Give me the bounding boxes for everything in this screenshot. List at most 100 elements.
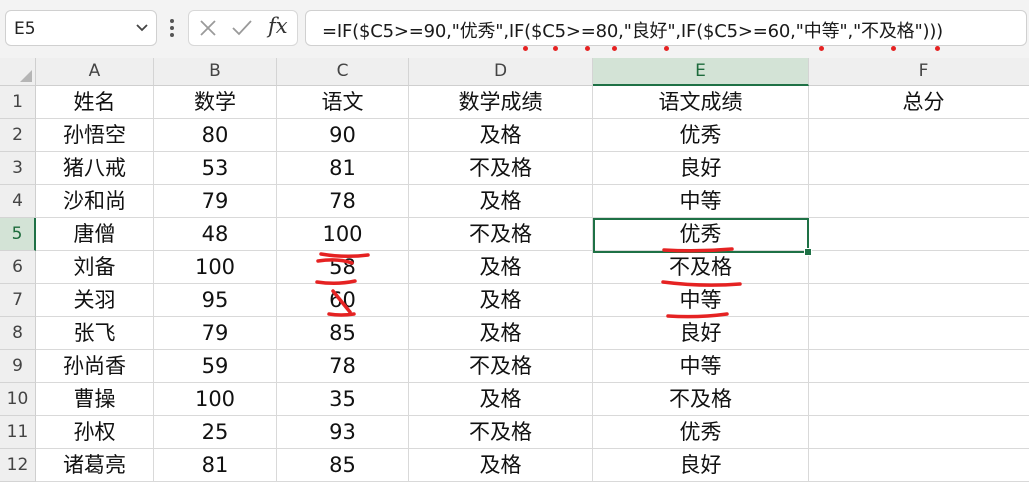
cell-d4[interactable]: 及格 xyxy=(409,185,593,218)
cell-e12[interactable]: 良好 xyxy=(593,449,809,482)
cell-d2[interactable]: 及格 xyxy=(409,119,593,152)
cell-c8[interactable]: 85 xyxy=(277,317,409,350)
cell-f4[interactable] xyxy=(809,185,1029,218)
cell-c4[interactable]: 78 xyxy=(277,185,409,218)
cell-a4[interactable]: 沙和尚 xyxy=(36,185,154,218)
cell-c2[interactable]: 90 xyxy=(277,119,409,152)
cell-a9[interactable]: 孙尚香 xyxy=(36,350,154,383)
cell-c12[interactable]: 85 xyxy=(277,449,409,482)
cell-d5[interactable]: 不及格 xyxy=(409,218,593,251)
name-box[interactable]: E5 xyxy=(5,10,157,46)
cell-c10[interactable]: 35 xyxy=(277,383,409,416)
row-header-11[interactable]: 11 xyxy=(0,416,36,449)
cell-b12[interactable]: 81 xyxy=(154,449,277,482)
cell-e1[interactable]: 语文成绩 xyxy=(593,86,809,119)
cell-b4[interactable]: 79 xyxy=(154,185,277,218)
cell-d11[interactable]: 不及格 xyxy=(409,416,593,449)
cell-d6[interactable]: 及格 xyxy=(409,251,593,284)
cell-f8[interactable] xyxy=(809,317,1029,350)
fill-handle[interactable] xyxy=(804,248,812,256)
cell-f5[interactable] xyxy=(809,218,1029,251)
column-header-a[interactable]: A xyxy=(36,58,154,86)
column-header-e[interactable]: E xyxy=(593,58,809,86)
cell-d10[interactable]: 及格 xyxy=(409,383,593,416)
cell-f6[interactable] xyxy=(809,251,1029,284)
cell-e7[interactable]: 中等 xyxy=(593,284,809,317)
cell-c1[interactable]: 语文 xyxy=(277,86,409,119)
cell-d12[interactable]: 及格 xyxy=(409,449,593,482)
cell-f1[interactable]: 总分 xyxy=(809,86,1029,119)
row-header-2[interactable]: 2 xyxy=(0,119,36,152)
cancel-icon[interactable] xyxy=(198,18,218,38)
cell-e11[interactable]: 优秀 xyxy=(593,416,809,449)
row-header-12[interactable]: 12 xyxy=(0,449,36,482)
row-header-10[interactable]: 10 xyxy=(0,383,36,416)
row-header-9[interactable]: 9 xyxy=(0,350,36,383)
cell-c9[interactable]: 78 xyxy=(277,350,409,383)
cell-a5[interactable]: 唐僧 xyxy=(36,218,154,251)
cell-f7[interactable] xyxy=(809,284,1029,317)
cell-f9[interactable] xyxy=(809,350,1029,383)
cell-c11[interactable]: 93 xyxy=(277,416,409,449)
cell-e9[interactable]: 中等 xyxy=(593,350,809,383)
cell-d7[interactable]: 及格 xyxy=(409,284,593,317)
column-header-d[interactable]: D xyxy=(409,58,593,86)
row-header-1[interactable]: 1 xyxy=(0,86,36,119)
row-header-7[interactable]: 7 xyxy=(0,284,36,317)
cell-f11[interactable] xyxy=(809,416,1029,449)
formula-input[interactable]: =IF($C5>=90,"优秀",IF($C5>=80,"良好",IF($C5>… xyxy=(305,10,1027,46)
cell-a3[interactable]: 猪八戒 xyxy=(36,152,154,185)
row-header-3[interactable]: 3 xyxy=(0,152,36,185)
cell-b11[interactable]: 25 xyxy=(154,416,277,449)
cell-a12[interactable]: 诸葛亮 xyxy=(36,449,154,482)
row-header-5[interactable]: 5 xyxy=(0,218,36,251)
cell-b9[interactable]: 59 xyxy=(154,350,277,383)
cell-f10[interactable] xyxy=(809,383,1029,416)
cell-b5[interactable]: 48 xyxy=(154,218,277,251)
cell-a8[interactable]: 张飞 xyxy=(36,317,154,350)
column-header-b[interactable]: B xyxy=(154,58,277,86)
cell-b10[interactable]: 100 xyxy=(154,383,277,416)
cell-b8[interactable]: 79 xyxy=(154,317,277,350)
cell-f2[interactable] xyxy=(809,119,1029,152)
cell-f3[interactable] xyxy=(809,152,1029,185)
cell-d8[interactable]: 及格 xyxy=(409,317,593,350)
annotation-dot xyxy=(612,46,617,51)
cell-a1[interactable]: 姓名 xyxy=(36,86,154,119)
cell-d9[interactable]: 不及格 xyxy=(409,350,593,383)
cell-a10[interactable]: 曹操 xyxy=(36,383,154,416)
cell-b3[interactable]: 53 xyxy=(154,152,277,185)
cell-d3[interactable]: 不及格 xyxy=(409,152,593,185)
chevron-down-icon[interactable] xyxy=(135,23,149,33)
cell-e2[interactable]: 优秀 xyxy=(593,119,809,152)
cell-a6[interactable]: 刘备 xyxy=(36,251,154,284)
cell-b1[interactable]: 数学 xyxy=(154,86,277,119)
cell-e6[interactable]: 不及格 xyxy=(593,251,809,284)
cell-b2[interactable]: 80 xyxy=(154,119,277,152)
cell-c7[interactable]: 60 xyxy=(277,284,409,317)
row-header-8[interactable]: 8 xyxy=(0,317,36,350)
column-header-f[interactable]: F xyxy=(809,58,1029,86)
cell-c3[interactable]: 81 xyxy=(277,152,409,185)
insert-function-button[interactable]: fx xyxy=(268,14,288,38)
cell-c6[interactable]: 58 xyxy=(277,251,409,284)
cell-a11[interactable]: 孙权 xyxy=(36,416,154,449)
cell-a2[interactable]: 孙悟空 xyxy=(36,119,154,152)
cell-d1[interactable]: 数学成绩 xyxy=(409,86,593,119)
cell-b6[interactable]: 100 xyxy=(154,251,277,284)
select-all-corner[interactable] xyxy=(0,58,36,86)
cell-e10[interactable]: 不及格 xyxy=(593,383,809,416)
row-header-6[interactable]: 6 xyxy=(0,251,36,284)
cell-e4[interactable]: 中等 xyxy=(593,185,809,218)
confirm-check-icon[interactable] xyxy=(231,18,253,38)
cell-c5[interactable]: 100 xyxy=(277,218,409,251)
cell-b7[interactable]: 95 xyxy=(154,284,277,317)
more-options-icon[interactable] xyxy=(166,14,178,42)
cell-e8[interactable]: 良好 xyxy=(593,317,809,350)
cell-f12[interactable] xyxy=(809,449,1029,482)
cell-a7[interactable]: 关羽 xyxy=(36,284,154,317)
cell-e3[interactable]: 良好 xyxy=(593,152,809,185)
column-header-c[interactable]: C xyxy=(277,58,409,86)
row-header-4[interactable]: 4 xyxy=(0,185,36,218)
cell-e5[interactable]: 优秀 xyxy=(593,218,809,251)
